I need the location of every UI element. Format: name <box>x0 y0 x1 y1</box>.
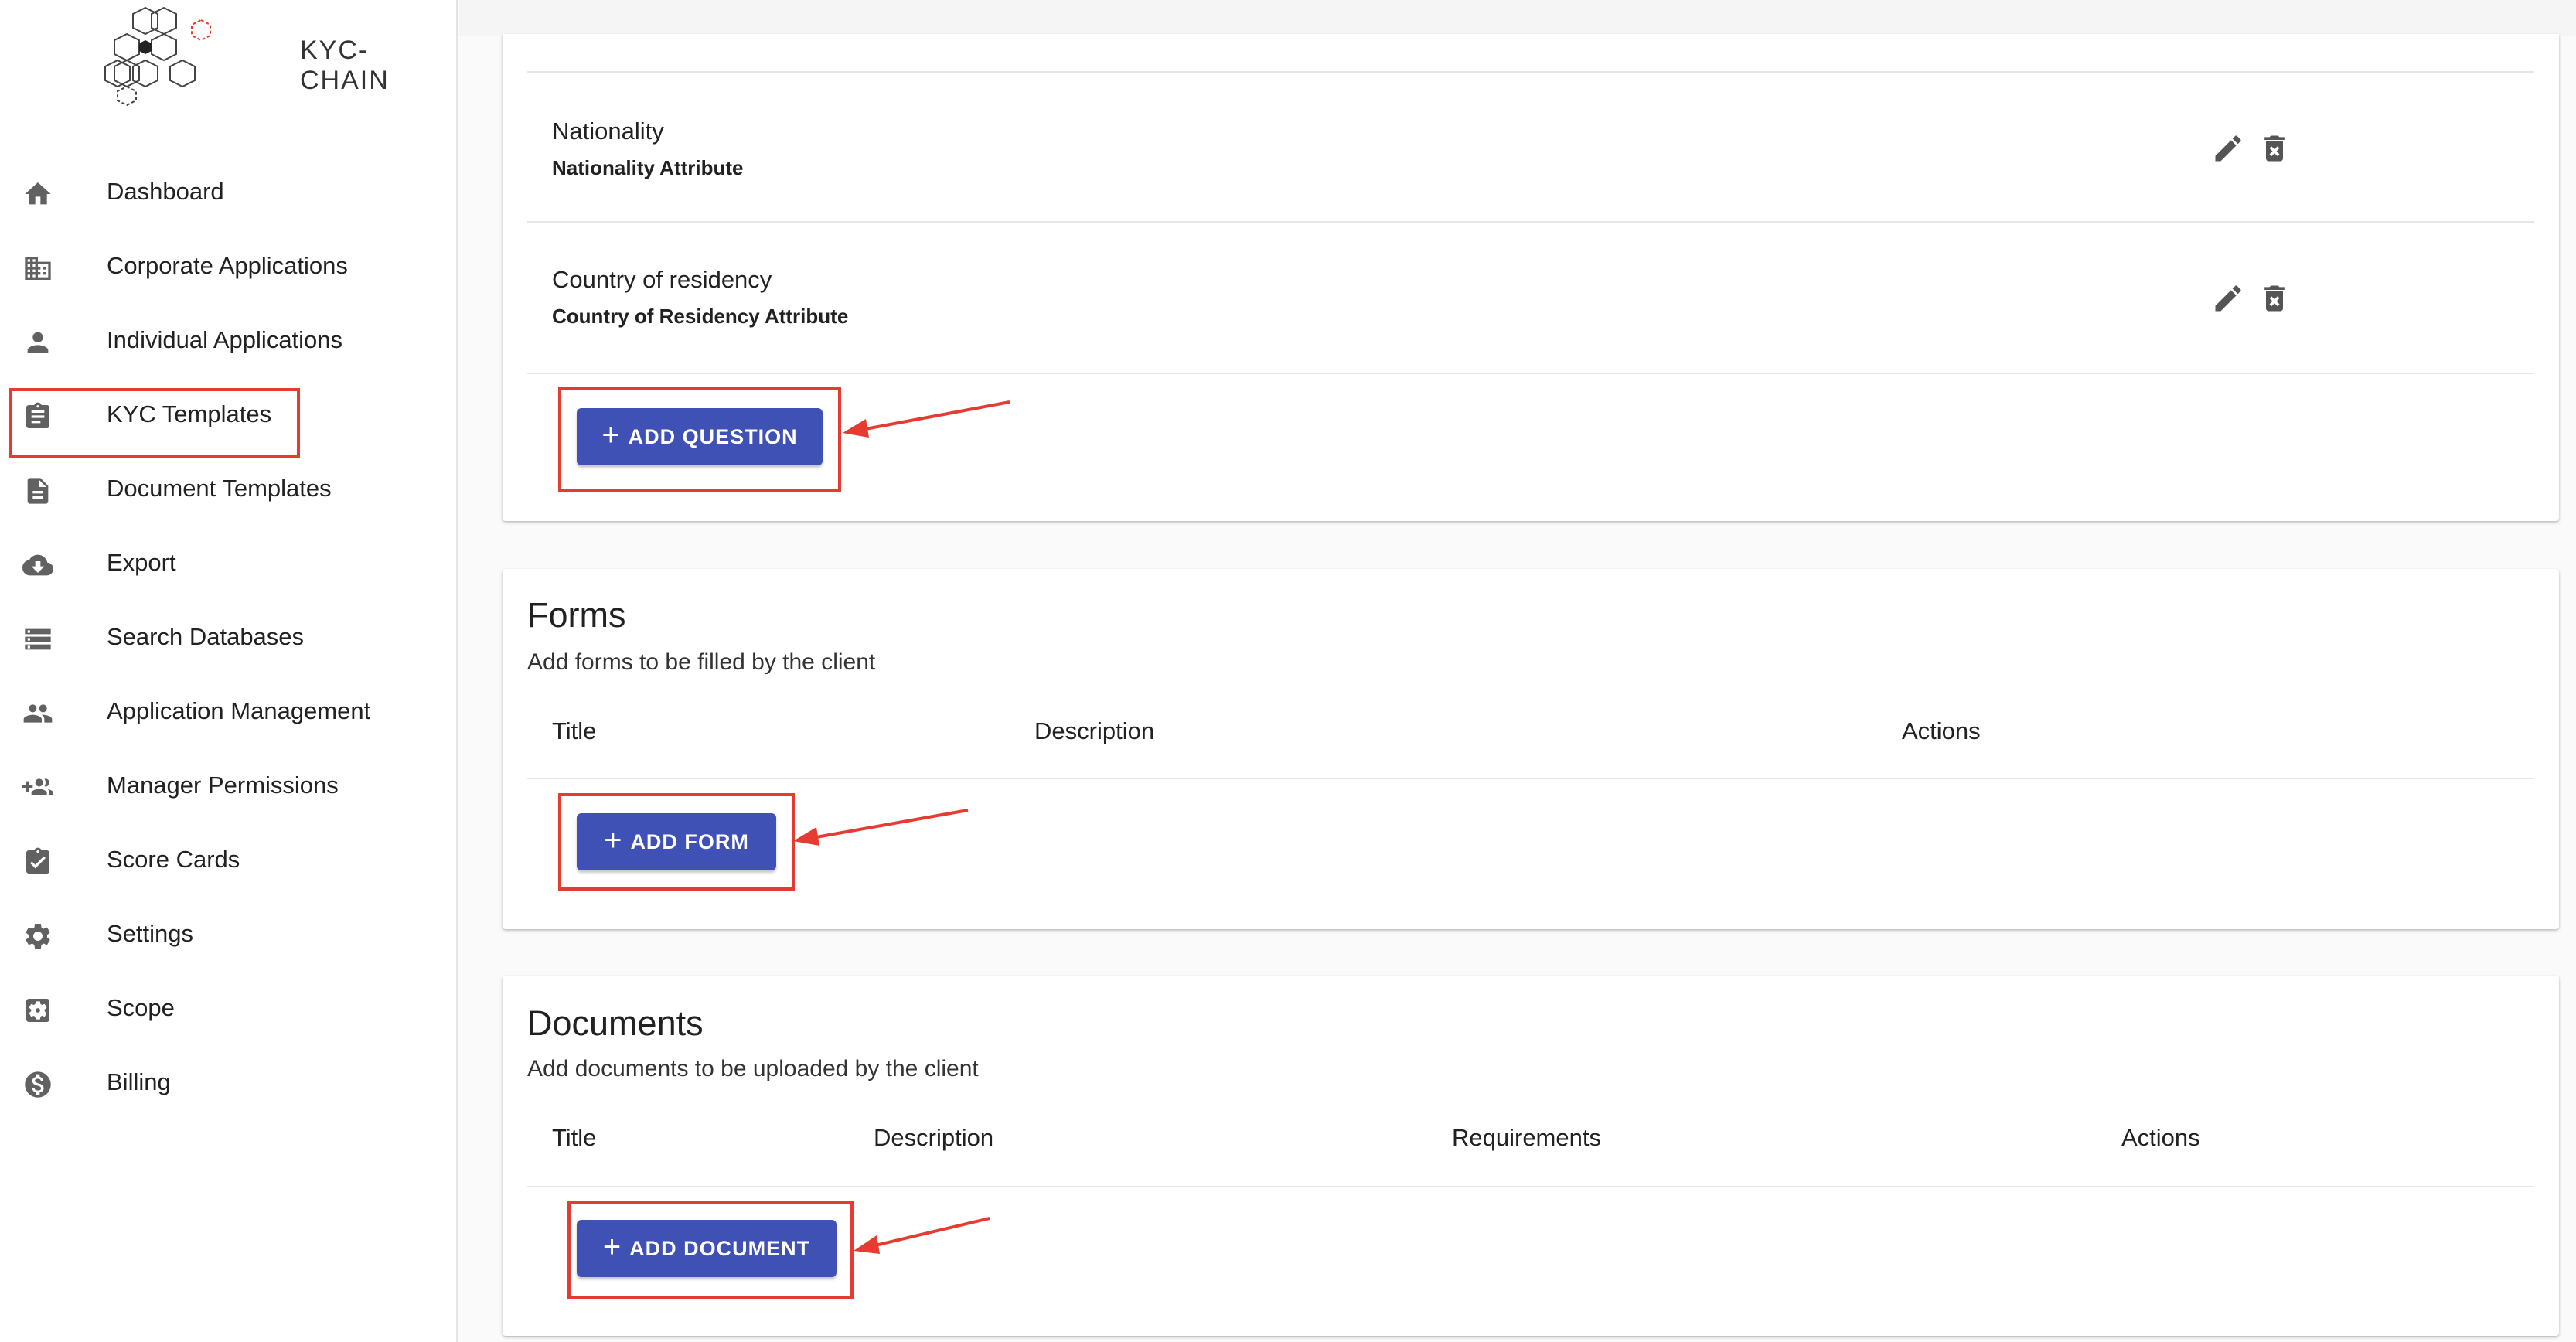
settings-box-icon <box>20 995 56 1026</box>
sidebar-item-label: Corporate Applications <box>107 252 348 279</box>
column-header-description: Description <box>1034 717 1155 744</box>
column-header-actions: Actions <box>1902 717 1981 744</box>
cloud-download-icon <box>20 550 56 581</box>
sidebar-item-application-management[interactable]: Application Management <box>0 676 458 751</box>
sidebar-item-score-cards[interactable]: Score Cards <box>0 825 458 899</box>
dollar-icon <box>20 1069 56 1100</box>
sidebar-item-document-templates[interactable]: Document Templates <box>0 454 458 528</box>
add-question-label: ADD QUESTION <box>628 424 798 448</box>
sidebar-item-label: Manager Permissions <box>107 771 339 799</box>
sidebar-item-label: Scope <box>107 994 175 1021</box>
sidebar-item-label: KYC Templates <box>107 400 272 427</box>
add-form-button[interactable]: + ADD FORM <box>577 813 776 870</box>
divider <box>527 221 2534 223</box>
forms-card: Forms Add forms to be filled by the clie… <box>503 569 2559 929</box>
add-form-label: ADD FORM <box>630 829 749 853</box>
sidebar-item-label: Settings <box>107 920 194 947</box>
sidebar-item-label: Document Templates <box>107 475 332 502</box>
documents-card: Documents Add documents to be uploaded b… <box>503 976 2559 1336</box>
plus-icon: + <box>604 823 623 857</box>
documents-description: Add documents to be uploaded by the clie… <box>527 1056 979 1081</box>
top-bar <box>459 0 2576 36</box>
sidebar-item-label: Search Databases <box>107 623 305 650</box>
person-icon <box>20 327 56 358</box>
delete-icon[interactable] <box>2257 281 2291 315</box>
document-icon <box>20 475 56 506</box>
hexagon-logo-icon <box>104 6 211 107</box>
sidebar-item-scope[interactable]: Scope <box>0 973 458 1047</box>
sidebar-item-kyc-templates[interactable]: KYC Templates <box>0 380 458 454</box>
edit-icon[interactable] <box>2211 281 2245 315</box>
sidebar-item-label: Billing <box>107 1068 171 1095</box>
gear-icon <box>20 921 56 952</box>
divider <box>527 71 2534 73</box>
sidebar-item-dashboard[interactable]: Dashboard <box>0 157 458 231</box>
column-header-title: Title <box>552 1124 597 1151</box>
sidebar-item-individual-applications[interactable]: Individual Applications <box>0 305 458 380</box>
forms-description: Add forms to be filled by the client <box>527 649 876 675</box>
group-add-icon <box>20 772 56 803</box>
arrow-pointer-icon <box>854 1217 990 1254</box>
column-header-description: Description <box>874 1124 994 1151</box>
question-title: Nationality <box>552 118 664 145</box>
question-title: Country of residency <box>552 266 772 293</box>
questions-card: Nationality Nationality Attribute Countr… <box>503 34 2559 521</box>
divider <box>527 373 2534 374</box>
delete-icon[interactable] <box>2257 131 2291 165</box>
arrow-pointer-icon <box>793 809 969 846</box>
edit-icon[interactable] <box>2211 131 2245 165</box>
sidebar-item-billing[interactable]: Billing <box>0 1047 458 1122</box>
sidebar-item-corporate-applications[interactable]: Corporate Applications <box>0 231 458 305</box>
plus-icon: + <box>601 418 621 452</box>
assignment-check-icon <box>20 846 56 877</box>
sidebar: KYC-CHAIN Dashboard Corporate Applicatio… <box>0 0 458 1342</box>
add-document-label: ADD DOCUMENT <box>629 1236 811 1260</box>
clipboard-icon <box>20 401 56 432</box>
sidebar-nav: Dashboard Corporate Applications Individ… <box>0 157 458 1122</box>
brand-name: KYC-CHAIN <box>300 36 390 95</box>
sidebar-item-label: Individual Applications <box>107 326 343 353</box>
arrow-pointer-icon <box>843 400 1010 438</box>
column-header-requirements: Requirements <box>1452 1124 1601 1151</box>
sidebar-item-label: Export <box>107 549 176 576</box>
sidebar-item-manager-permissions[interactable]: Manager Permissions <box>0 751 458 825</box>
column-header-actions: Actions <box>2121 1124 2200 1151</box>
sidebar-item-export[interactable]: Export <box>0 528 458 602</box>
forms-title: Forms <box>527 595 626 635</box>
sidebar-item-search-databases[interactable]: Search Databases <box>0 602 458 676</box>
question-attribute: Country of Residency Attribute <box>552 305 849 328</box>
divider <box>527 778 2534 779</box>
column-header-title: Title <box>552 717 597 744</box>
add-document-button[interactable]: + ADD DOCUMENT <box>577 1220 837 1277</box>
people-icon <box>20 698 56 729</box>
plus-icon: + <box>602 1230 622 1264</box>
divider <box>527 1186 2534 1187</box>
documents-title: Documents <box>527 1003 704 1043</box>
home-icon <box>20 179 56 209</box>
kyc-chain-logo: KYC-CHAIN <box>99 0 388 108</box>
sidebar-item-label: Application Management <box>107 697 371 724</box>
question-attribute: Nationality Attribute <box>552 156 744 179</box>
building-icon <box>20 253 56 284</box>
sidebar-item-label: Dashboard <box>107 178 224 205</box>
sidebar-item-settings[interactable]: Settings <box>0 899 458 973</box>
add-question-button[interactable]: + ADD QUESTION <box>577 408 823 465</box>
sidebar-item-label: Score Cards <box>107 846 240 873</box>
storage-icon <box>20 624 56 655</box>
